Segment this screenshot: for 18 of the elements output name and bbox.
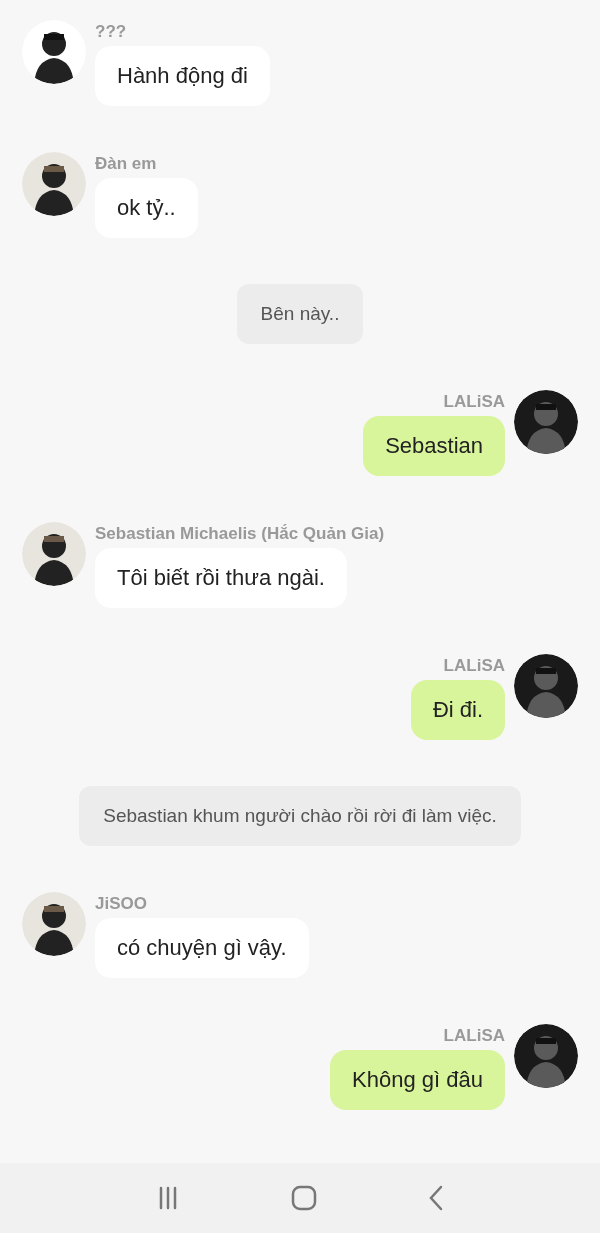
- sender-name: LALiSA: [443, 392, 505, 412]
- message-bubble: Đi đi.: [410, 680, 505, 740]
- sender-name: Đàn em: [95, 154, 158, 174]
- sender-name: Sebastian Michaelis (Hắc Quản Gia): [95, 524, 385, 544]
- back-icon[interactable]: [428, 1185, 445, 1211]
- narration-bubble: Bên này..: [236, 284, 364, 344]
- message-bubble: ok tỷ..: [95, 178, 198, 238]
- narration-bubble: Sebastian khum người chào rồi rời đi làm việc.: [79, 786, 521, 846]
- home-icon[interactable]: [291, 1185, 317, 1211]
- message-bubble: Tôi biết rồi thưa ngài.: [95, 548, 347, 608]
- message-bubble: Hành động đi: [95, 46, 270, 106]
- sender-name: JiSOO: [95, 894, 148, 914]
- sender-name: LALiSA: [443, 1026, 505, 1046]
- sender-name: ???: [95, 22, 128, 42]
- message-bubble: có chuyện gì vậy.: [95, 918, 309, 978]
- message-bubble: Không gì đâu: [330, 1050, 505, 1110]
- message-bubble: Sebastian: [363, 416, 505, 476]
- sender-name: LALiSA: [443, 656, 505, 676]
